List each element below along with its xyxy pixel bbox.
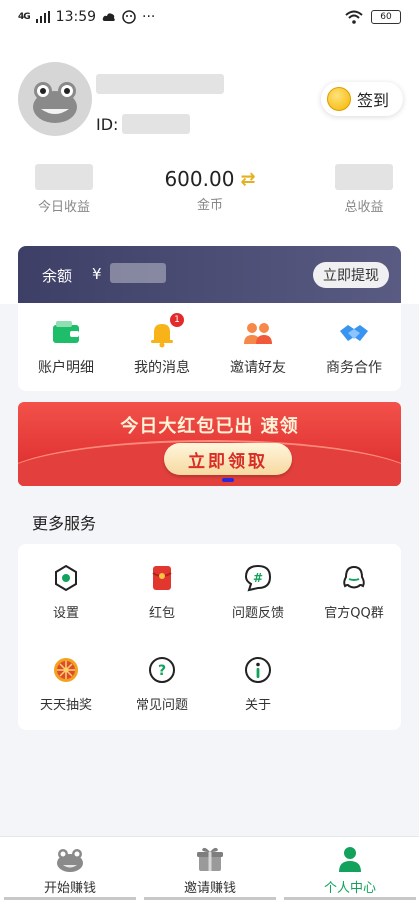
question-icon: ? xyxy=(148,656,176,684)
handshake-icon xyxy=(338,317,370,349)
status-bar: 4G 13:59 ··· 60 xyxy=(0,0,419,34)
user-id-label: ID: xyxy=(96,114,119,134)
nav-start-earning[interactable]: 开始赚钱 xyxy=(0,845,140,896)
user-id-redacted xyxy=(122,114,191,134)
settings-icon xyxy=(52,564,80,592)
total-earnings[interactable]: 总收益 xyxy=(318,164,410,215)
more-services-grid: 设置 红包 # 问题反馈 官方QQ群 天天抽奖 ? 常见问题 关于 xyxy=(18,544,401,730)
frog-icon xyxy=(55,845,85,873)
people-icon xyxy=(242,317,274,349)
gold-coins-value: 600.00 xyxy=(164,167,235,191)
signin-button[interactable]: 签到 xyxy=(320,82,403,116)
cloud-icon xyxy=(102,13,115,21)
nav-label: 个人中心 xyxy=(323,881,376,896)
nav-label: 邀请赚钱 xyxy=(183,881,236,896)
service-faq[interactable]: ? 常见问题 xyxy=(114,656,210,713)
nav-personal-center[interactable]: 个人中心 xyxy=(280,845,419,896)
service-feedback[interactable]: # 问题反馈 xyxy=(210,564,306,621)
service-label: 关于 xyxy=(244,698,271,713)
nav-label: 开始赚钱 xyxy=(43,881,96,896)
service-lottery[interactable]: 天天抽奖 xyxy=(18,656,114,713)
wallet-icon xyxy=(50,317,82,349)
avatar[interactable] xyxy=(18,62,92,136)
gift-icon xyxy=(195,845,225,873)
service-settings[interactable]: 设置 xyxy=(18,564,114,621)
quick-action-label: 商务合作 xyxy=(326,360,382,376)
today-earnings[interactable]: 今日收益 xyxy=(18,164,110,215)
total-earnings-redacted xyxy=(335,164,393,190)
lottery-wheel-icon xyxy=(52,656,80,684)
carousel-indicator xyxy=(222,478,234,482)
coin-icon xyxy=(326,87,351,111)
user-id-row: ID: xyxy=(96,114,191,134)
red-packet-icon xyxy=(148,564,176,592)
frog-avatar-icon xyxy=(33,82,77,123)
today-earnings-label: 今日收益 xyxy=(37,200,90,215)
balance-label: 余额 xyxy=(42,267,73,285)
bottom-nav: 开始赚钱 邀请赚钱 个人中心 xyxy=(0,836,419,900)
claim-now-button[interactable]: 立即领取 xyxy=(164,443,292,475)
quick-action-messages[interactable]: 1 我的消息 xyxy=(114,313,210,377)
currency-symbol: ¥ xyxy=(92,265,102,283)
network-indicator: 4G xyxy=(18,12,31,22)
more-services-title: 更多服务 xyxy=(32,514,97,533)
unread-badge: 1 xyxy=(170,313,184,327)
earnings-stats: 今日收益 600.00 ⇄ 金币 总收益 xyxy=(0,164,419,224)
total-earnings-label: 总收益 xyxy=(344,200,384,215)
service-label: 天天抽奖 xyxy=(39,698,92,713)
svg-text:?: ? xyxy=(158,663,166,679)
quick-action-label: 我的消息 xyxy=(134,360,190,376)
quick-action-business[interactable]: 商务合作 xyxy=(306,317,402,377)
quick-action-invite-friends[interactable]: 邀请好友 xyxy=(210,317,306,377)
signal-icon xyxy=(35,11,50,23)
service-label: 常见问题 xyxy=(135,698,188,713)
nav-invite-earning[interactable]: 邀请赚钱 xyxy=(140,845,280,896)
person-icon xyxy=(335,845,365,873)
balance-card: 余额 ¥ 立即提现 xyxy=(18,246,401,306)
quick-actions: 账户明细 1 我的消息 邀请好友 商务合作 xyxy=(18,303,401,391)
today-earnings-redacted xyxy=(35,164,93,190)
info-icon xyxy=(244,656,272,684)
status-time: 13:59 xyxy=(55,9,97,25)
balance-amount-redacted xyxy=(110,263,166,283)
bell-icon: 1 xyxy=(146,313,184,349)
feedback-icon: # xyxy=(244,564,272,592)
status-more: ··· xyxy=(142,9,156,25)
service-label: 官方QQ群 xyxy=(324,606,384,621)
exchange-icon: ⇄ xyxy=(240,168,256,190)
wifi-icon xyxy=(345,10,363,24)
banner-title: 今日大红包已出 速领 xyxy=(120,416,299,437)
qq-icon xyxy=(340,564,368,592)
service-about[interactable]: 关于 xyxy=(210,656,306,713)
service-label: 问题反馈 xyxy=(231,606,284,621)
quick-action-account-details[interactable]: 账户明细 xyxy=(18,317,114,377)
gold-coins-label: 金币 xyxy=(196,198,223,213)
service-label: 红包 xyxy=(148,606,175,621)
quick-action-label: 账户明细 xyxy=(38,360,94,376)
service-qq-group[interactable]: 官方QQ群 xyxy=(306,564,402,621)
battery-icon: 60 xyxy=(371,10,401,24)
red-packet-banner[interactable]: 今日大红包已出 速领 立即领取 xyxy=(18,402,401,486)
service-label: 设置 xyxy=(52,606,79,621)
svg-text:#: # xyxy=(253,571,263,585)
gold-coins[interactable]: 600.00 ⇄ 金币 xyxy=(160,164,260,213)
face-icon xyxy=(122,10,136,24)
withdraw-button[interactable]: 立即提现 xyxy=(313,262,389,288)
quick-action-label: 邀请好友 xyxy=(230,360,286,376)
signin-label: 签到 xyxy=(356,91,389,110)
service-red-packet[interactable]: 红包 xyxy=(114,564,210,621)
username-redacted xyxy=(96,74,224,94)
